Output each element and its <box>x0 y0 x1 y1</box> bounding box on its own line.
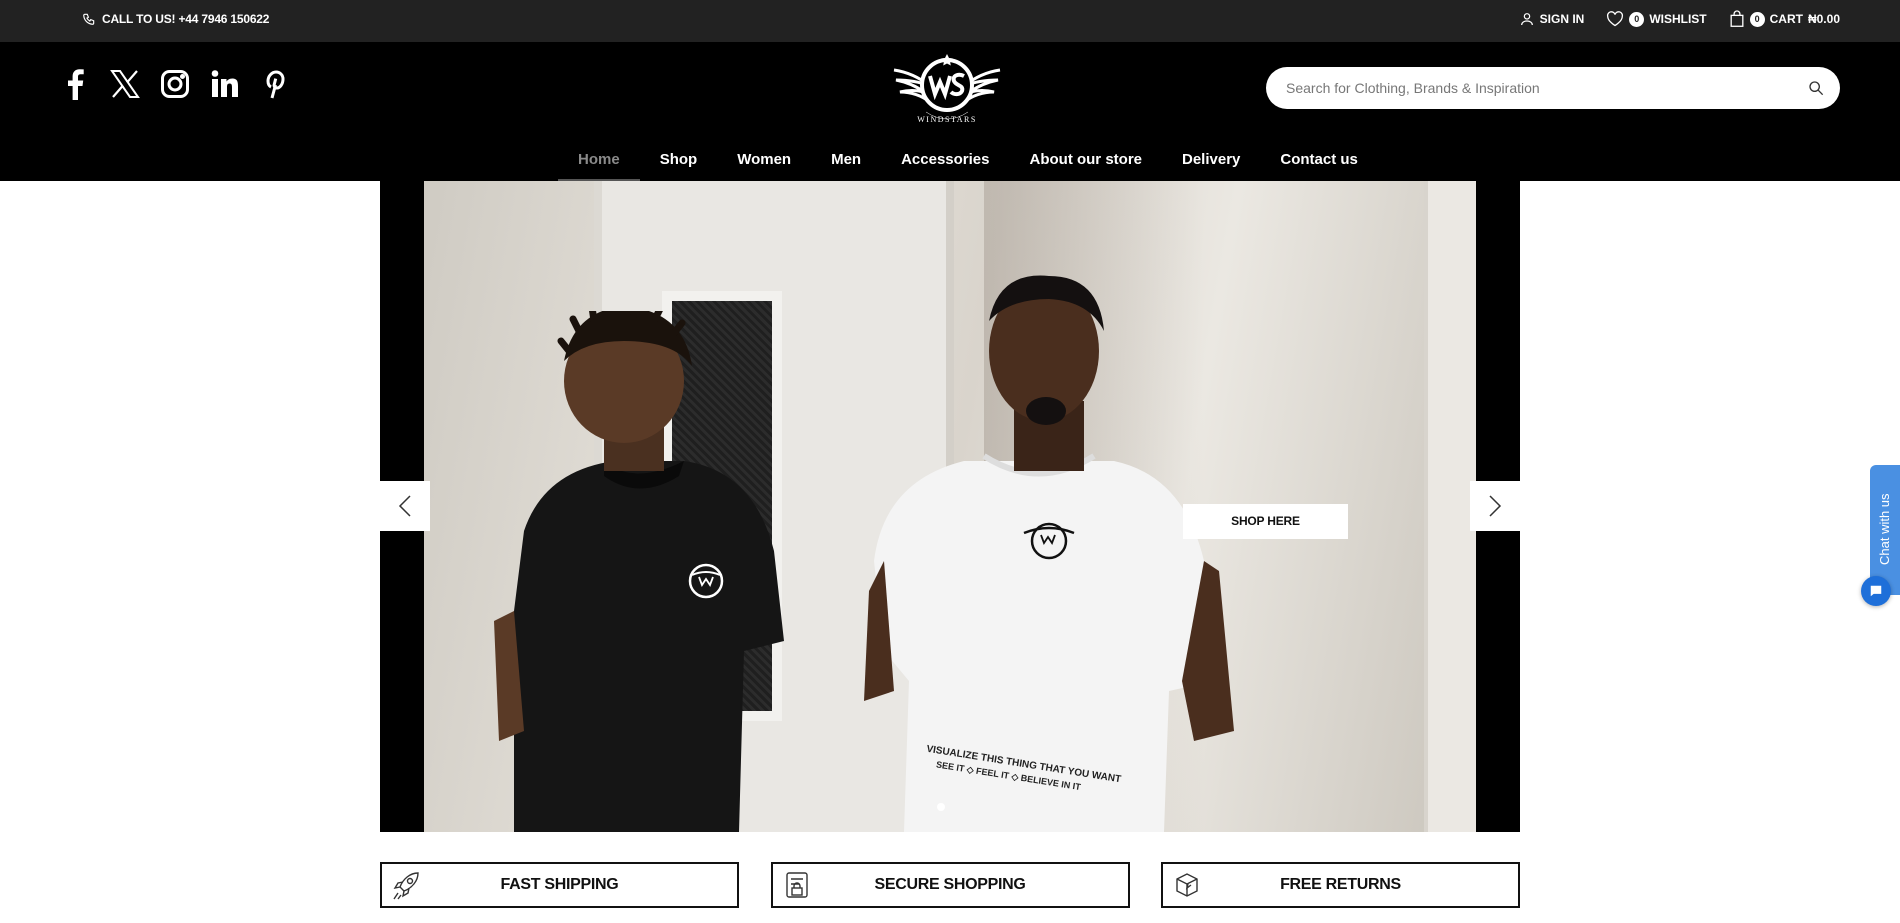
top-bar: CALL TO US! +44 7946 150622 SIGN IN 0 WI… <box>0 0 1900 42</box>
site-header: WINDSTARS Home Shop Women Men Accessorie… <box>0 42 1900 181</box>
slider-next-button[interactable] <box>1470 481 1520 531</box>
slider-dots <box>937 803 945 811</box>
heart-icon <box>1607 11 1624 27</box>
linkedin-icon[interactable] <box>210 67 240 101</box>
nav-shop[interactable]: Shop <box>640 138 718 181</box>
feature-fast-shipping: FAST SHIPPING <box>380 862 739 908</box>
shopping-bag-icon <box>1730 10 1744 27</box>
instagram-icon[interactable] <box>160 67 190 101</box>
cart-link[interactable]: 0 CART ₦0.00 <box>1729 10 1840 28</box>
slider-prev-button[interactable] <box>380 481 430 531</box>
nav-contact[interactable]: Contact us <box>1260 138 1378 181</box>
main-nav: Home Shop Women Men Accessories About ou… <box>558 138 1378 181</box>
slider-dot-1[interactable] <box>937 803 945 811</box>
nav-about[interactable]: About our store <box>1010 138 1163 181</box>
chat-bubble-button[interactable] <box>1861 576 1891 606</box>
social-links <box>60 67 290 101</box>
logo-text: WINDSTARS <box>917 115 977 124</box>
chat-icon <box>1870 585 1882 597</box>
wishlist-link[interactable]: 0 WISHLIST <box>1606 11 1707 27</box>
pinterest-icon[interactable] <box>260 67 290 101</box>
feature-label: FAST SHIPPING <box>500 876 619 893</box>
chevron-right-icon <box>1489 495 1502 517</box>
user-icon <box>1520 13 1533 26</box>
nav-women[interactable]: Women <box>717 138 811 181</box>
cart-total: ₦0.00 <box>1807 12 1840 26</box>
phone-icon <box>83 13 95 25</box>
wishlist-count: 0 <box>1629 11 1645 27</box>
search-icon[interactable] <box>1808 80 1824 96</box>
hero-image: VISUALIZE THIS THING THAT YOU WANT SEE I… <box>424 181 1476 832</box>
call-us[interactable]: CALL TO US! +44 7946 150622 <box>82 12 269 26</box>
wishlist-label: WISHLIST <box>1649 12 1707 26</box>
brand-logo[interactable]: WINDSTARS <box>890 52 1004 126</box>
secure-cart-icon <box>785 872 808 898</box>
model-black-tshirt <box>494 311 784 832</box>
search-bar <box>1266 67 1840 109</box>
nav-accessories[interactable]: Accessories <box>881 138 1009 181</box>
cart-label: CART <box>1769 12 1803 26</box>
model-white-tshirt: VISUALIZE THIS THING THAT YOU WANT SEE I… <box>864 275 1234 832</box>
call-text: CALL TO US! +44 7946 150622 <box>102 12 270 26</box>
cart-count: 0 <box>1749 11 1765 27</box>
sign-in-link[interactable]: SIGN IN <box>1519 11 1585 27</box>
feature-free-returns: FREE RETURNS <box>1161 862 1520 908</box>
feature-label: FREE RETURNS <box>1280 876 1401 893</box>
nav-men[interactable]: Men <box>811 138 881 181</box>
shop-here-button[interactable]: SHOP HERE <box>1183 504 1348 539</box>
x-icon[interactable] <box>110 67 140 101</box>
nav-home[interactable]: Home <box>558 138 640 181</box>
nav-delivery[interactable]: Delivery <box>1162 138 1260 181</box>
search-input[interactable] <box>1286 67 1786 109</box>
chat-tab-label: Chat with us <box>1877 493 1892 565</box>
feature-secure-shopping: SECURE SHOPPING <box>770 862 1130 908</box>
chevron-left-icon <box>398 495 411 517</box>
facebook-icon[interactable] <box>60 67 90 101</box>
hero-slider: VISUALIZE THIS THING THAT YOU WANT SEE I… <box>380 181 1520 832</box>
features-row: FAST SHIPPING SECURE SHOPPING FREE RETUR… <box>380 862 1520 908</box>
return-box-icon <box>1176 873 1198 897</box>
rocket-icon <box>393 872 419 900</box>
feature-label: SECURE SHOPPING <box>874 876 1026 893</box>
sign-in-label: SIGN IN <box>1539 12 1585 26</box>
